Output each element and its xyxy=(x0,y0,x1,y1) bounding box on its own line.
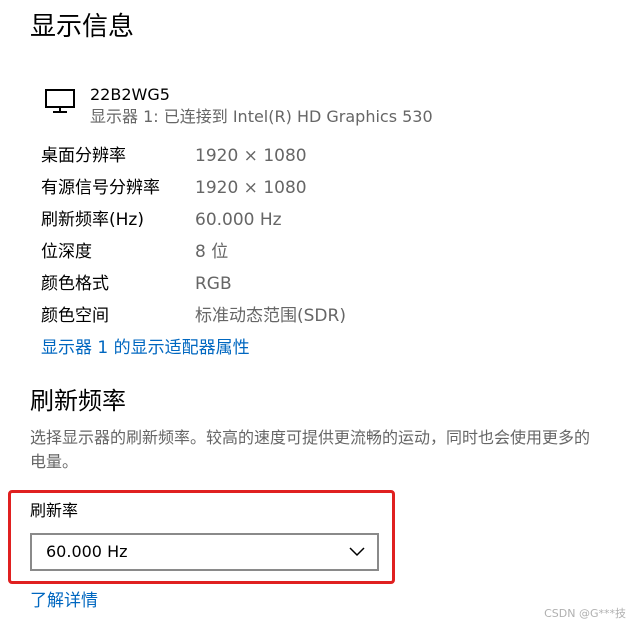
info-value: 8 位 xyxy=(195,242,229,262)
info-row-bit-depth: 位深度 8 位 xyxy=(41,238,601,266)
monitor-name: 22B2WG5 xyxy=(90,85,170,104)
page-title: 显示信息 xyxy=(30,12,135,42)
refresh-rate-selected-value: 60.000 Hz xyxy=(46,542,128,561)
refresh-rate-section-title: 刷新频率 xyxy=(30,387,126,415)
info-value: 1920 × 1080 xyxy=(195,146,307,166)
info-row-color-format: 颜色格式 RGB xyxy=(41,270,601,298)
info-value: RGB xyxy=(195,274,232,294)
display-adapter-properties-link[interactable]: 显示器 1 的显示适配器属性 xyxy=(41,335,250,361)
info-label: 有源信号分辨率 xyxy=(41,178,160,198)
info-label: 桌面分辨率 xyxy=(41,146,126,166)
info-row-desktop-resolution: 桌面分辨率 1920 × 1080 xyxy=(41,142,601,170)
info-label: 位深度 xyxy=(41,242,92,262)
info-label: 刷新频率(Hz) xyxy=(41,210,144,230)
info-row-refresh-rate: 刷新频率(Hz) 60.000 Hz xyxy=(41,206,601,234)
watermark: CSDN @G***技 xyxy=(544,607,626,620)
learn-more-link[interactable]: 了解详情 xyxy=(30,588,98,614)
info-row-active-signal-resolution: 有源信号分辨率 1920 × 1080 xyxy=(41,174,601,202)
info-value: 标准动态范围(SDR) xyxy=(195,306,346,326)
refresh-rate-dropdown[interactable]: 60.000 Hz xyxy=(30,533,379,571)
refresh-rate-description: 选择显示器的刷新频率。较高的速度可提供更流畅的运动，同时也会使用更多的电量。 xyxy=(30,428,591,471)
info-label: 颜色空间 xyxy=(41,306,109,326)
chevron-down-icon xyxy=(349,547,365,557)
refresh-rate-label: 刷新率 xyxy=(30,501,79,520)
info-value: 60.000 Hz xyxy=(195,210,282,230)
info-row-color-space: 颜色空间 标准动态范围(SDR) xyxy=(41,302,601,330)
info-label: 颜色格式 xyxy=(41,274,109,294)
info-value: 1920 × 1080 xyxy=(195,178,307,198)
monitor-connection: 显示器 1: 已连接到 Intel(R) HD Graphics 530 xyxy=(90,107,433,126)
monitor-icon xyxy=(45,89,75,113)
